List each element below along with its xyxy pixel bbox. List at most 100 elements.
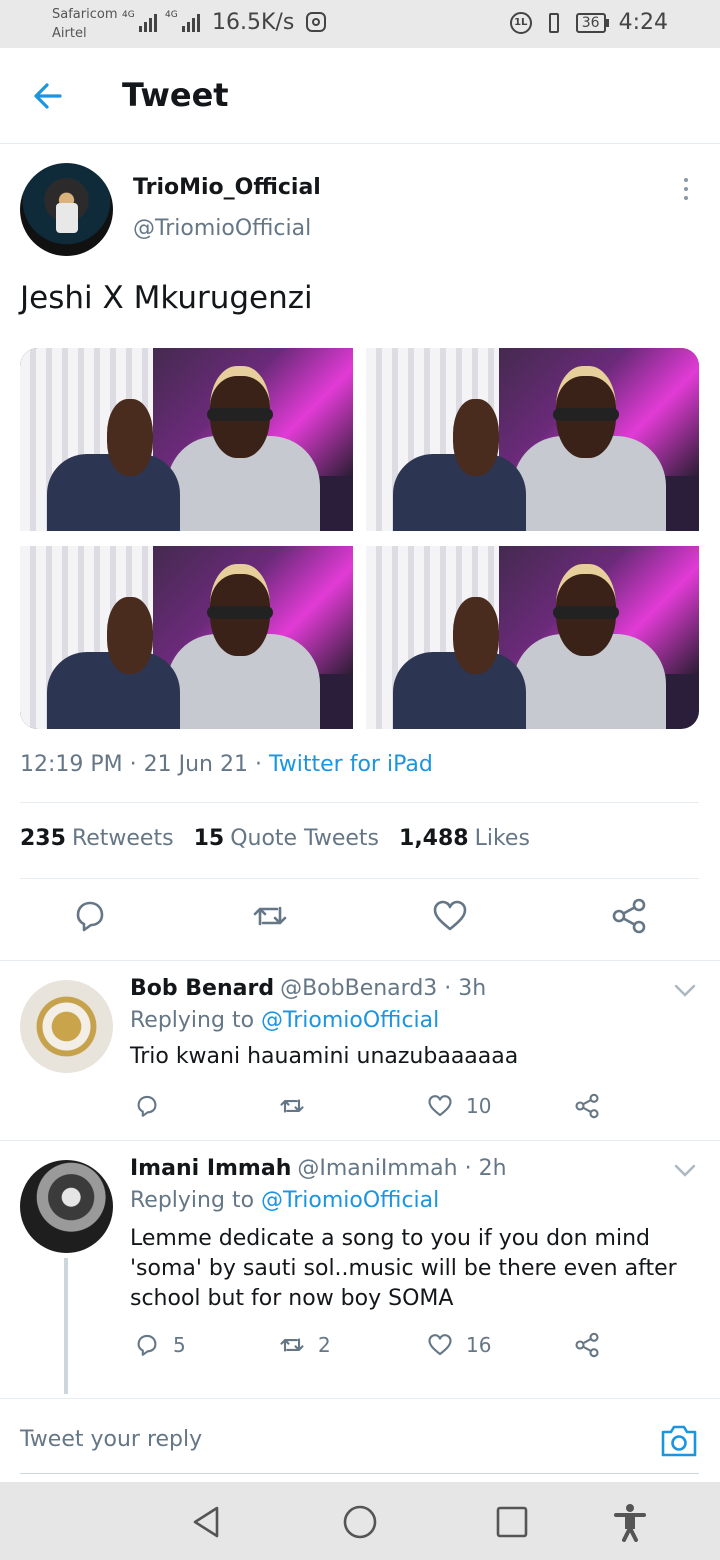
tweet-timestamp: 12:19 PM · 21 Jun 21 · Twitter for iPad bbox=[20, 752, 433, 777]
retweet-icon bbox=[253, 906, 287, 926]
add-photo-button[interactable] bbox=[659, 1423, 699, 1459]
reply-1-handle[interactable]: @BobBenard3 bbox=[280, 976, 437, 1001]
quote-tweets-stat[interactable]: 15 Quote Tweets bbox=[194, 826, 379, 851]
tweet-photo-2[interactable] bbox=[366, 348, 699, 531]
tweet-photo-3[interactable] bbox=[20, 546, 353, 729]
author-name[interactable]: TrioMio_Official bbox=[133, 175, 321, 200]
carrier-2: Airtel bbox=[52, 26, 87, 41]
reply-input[interactable]: Tweet your reply bbox=[20, 1427, 202, 1452]
share-icon bbox=[575, 1332, 599, 1358]
share-icon bbox=[575, 1093, 599, 1119]
reply-2-replying-to: Replying to @TriomioOfficial bbox=[130, 1188, 440, 1213]
tweet-photo-1[interactable] bbox=[20, 348, 353, 531]
back-button[interactable] bbox=[28, 76, 68, 116]
author-handle[interactable]: @TriomioOfficial bbox=[133, 216, 311, 241]
reply-2-reply-count: 5 bbox=[173, 1333, 186, 1357]
like-button[interactable] bbox=[430, 896, 470, 936]
divider bbox=[0, 1140, 720, 1141]
network-speed: 16.5K/s bbox=[212, 10, 295, 35]
reply-2-menu-button[interactable] bbox=[673, 1163, 697, 1179]
reply-1-replying-to: Replying to @TriomioOfficial bbox=[130, 1008, 440, 1033]
more-vertical-icon bbox=[676, 178, 696, 200]
author-avatar[interactable] bbox=[20, 163, 113, 256]
tweet-stats: 235 Retweets 15 Quote Tweets 1,488 Likes bbox=[20, 826, 530, 851]
tweet-source-link[interactable]: Twitter for iPad bbox=[269, 752, 433, 777]
divider bbox=[0, 960, 720, 961]
reply-2-retweet-count: 2 bbox=[318, 1333, 331, 1357]
battery-icon: 36 bbox=[575, 12, 609, 33]
network-2-label: 4G bbox=[165, 10, 178, 20]
square-recents-icon bbox=[496, 1506, 528, 1538]
divider bbox=[20, 878, 699, 879]
instagram-icon bbox=[306, 12, 326, 32]
retweet-button[interactable] bbox=[250, 896, 290, 936]
reply-2-like-count: 16 bbox=[466, 1333, 492, 1357]
reply-2-reply-button[interactable]: 5 bbox=[133, 1331, 186, 1359]
tweet-date: 21 Jun 21 bbox=[143, 752, 248, 777]
reply-1-mention-link[interactable]: @TriomioOfficial bbox=[261, 1008, 439, 1033]
chevron-down-icon bbox=[674, 984, 696, 997]
tweet-photo-4[interactable] bbox=[366, 546, 699, 729]
status-right: 1L 36 4:24 bbox=[509, 10, 668, 35]
circle-home-icon bbox=[343, 1505, 377, 1539]
page-title: Tweet bbox=[122, 76, 229, 114]
clock: 4:24 bbox=[618, 10, 668, 35]
retweet-icon bbox=[280, 1099, 304, 1113]
tweet-time: 12:19 PM bbox=[20, 752, 123, 777]
reply-1-retweet-button[interactable] bbox=[278, 1092, 318, 1120]
reply-2-header: Imani Immah @ImaniImmah · 2h bbox=[130, 1156, 507, 1181]
share-button[interactable] bbox=[609, 896, 649, 936]
reply-2-age: · 2h bbox=[457, 1156, 507, 1181]
heart-icon bbox=[433, 900, 467, 931]
reply-2-name[interactable]: Imani Immah bbox=[130, 1156, 291, 1181]
share-icon bbox=[612, 898, 646, 934]
tweet-text: Jeshi X Mkurugenzi bbox=[20, 280, 313, 316]
more-options-button[interactable] bbox=[676, 176, 696, 208]
reply-2-mention-link[interactable]: @TriomioOfficial bbox=[261, 1188, 439, 1213]
signal-1-icon: 4G bbox=[122, 10, 157, 32]
reply-1-like-count: 10 bbox=[466, 1094, 492, 1118]
reply-2-like-button[interactable]: 16 bbox=[426, 1331, 491, 1359]
reply-composer: Tweet your reply bbox=[0, 1398, 720, 1482]
network-1-label: 4G bbox=[122, 10, 135, 20]
retweets-stat[interactable]: 235 Retweets bbox=[20, 826, 174, 851]
reply-2-handle[interactable]: @ImaniImmah bbox=[297, 1156, 457, 1181]
reply-1-reply-button[interactable] bbox=[133, 1092, 173, 1120]
carrier-1: Safaricom bbox=[52, 7, 118, 22]
arrow-left-icon bbox=[34, 83, 62, 109]
retweet-icon bbox=[280, 1338, 304, 1352]
reply-1-header: Bob Benard @BobBenard3 · 3h bbox=[130, 976, 486, 1001]
reply-1-like-button[interactable]: 10 bbox=[426, 1092, 491, 1120]
nav-home-button[interactable] bbox=[340, 1502, 380, 1542]
status-bar: Safaricom Airtel 4G 4G 16.5K/s 1L 36 4:2… bbox=[0, 0, 720, 48]
battery-level: 36 bbox=[575, 12, 606, 33]
triangle-back-icon bbox=[193, 1506, 219, 1538]
reply-1-share-button[interactable] bbox=[573, 1092, 601, 1120]
reply-input-underline bbox=[20, 1473, 699, 1474]
tweet-photo-grid bbox=[20, 348, 699, 729]
nav-back-button[interactable] bbox=[186, 1502, 226, 1542]
reply-icon bbox=[137, 1334, 157, 1356]
system-nav-bar bbox=[0, 1482, 720, 1560]
reply-1-menu-button[interactable] bbox=[673, 983, 697, 999]
reply-2-share-button[interactable] bbox=[573, 1331, 601, 1359]
data-saver-icon: 1L bbox=[509, 11, 532, 34]
app-header: Tweet bbox=[0, 48, 720, 144]
reply-1-age: · 3h bbox=[437, 976, 487, 1001]
reply-2-text: Lemme dedicate a song to you if you don … bbox=[130, 1226, 677, 1311]
reply-1-avatar[interactable] bbox=[20, 980, 113, 1073]
tweet-actions bbox=[0, 896, 720, 944]
heart-icon bbox=[428, 1095, 452, 1117]
reply-2-avatar[interactable] bbox=[20, 1160, 113, 1253]
nav-accessibility-button[interactable] bbox=[610, 1502, 650, 1542]
vibrate-icon bbox=[542, 12, 566, 34]
divider bbox=[20, 802, 699, 803]
camera-icon bbox=[661, 1425, 697, 1457]
reply-2-retweet-button[interactable]: 2 bbox=[278, 1331, 331, 1359]
reply-icon bbox=[137, 1095, 157, 1117]
nav-recents-button[interactable] bbox=[492, 1502, 532, 1542]
reply-1-name[interactable]: Bob Benard bbox=[130, 976, 274, 1001]
reply-button[interactable] bbox=[70, 896, 110, 936]
carrier-names: Safaricom Airtel bbox=[52, 5, 117, 43]
likes-stat[interactable]: 1,488 Likes bbox=[399, 826, 530, 851]
